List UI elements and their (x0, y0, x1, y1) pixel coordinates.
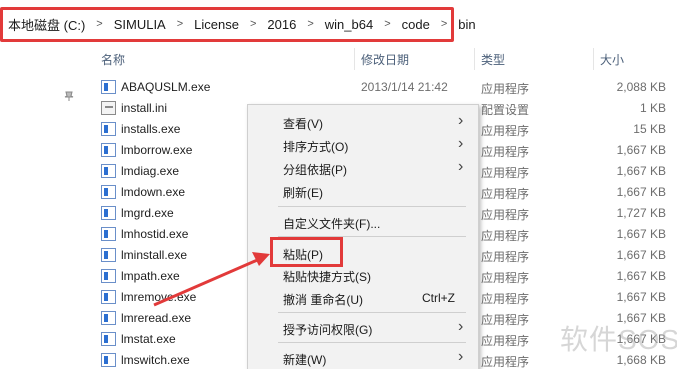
watermark: 软件SOS (560, 324, 677, 355)
annotation-arrow-icon (153, 252, 270, 307)
